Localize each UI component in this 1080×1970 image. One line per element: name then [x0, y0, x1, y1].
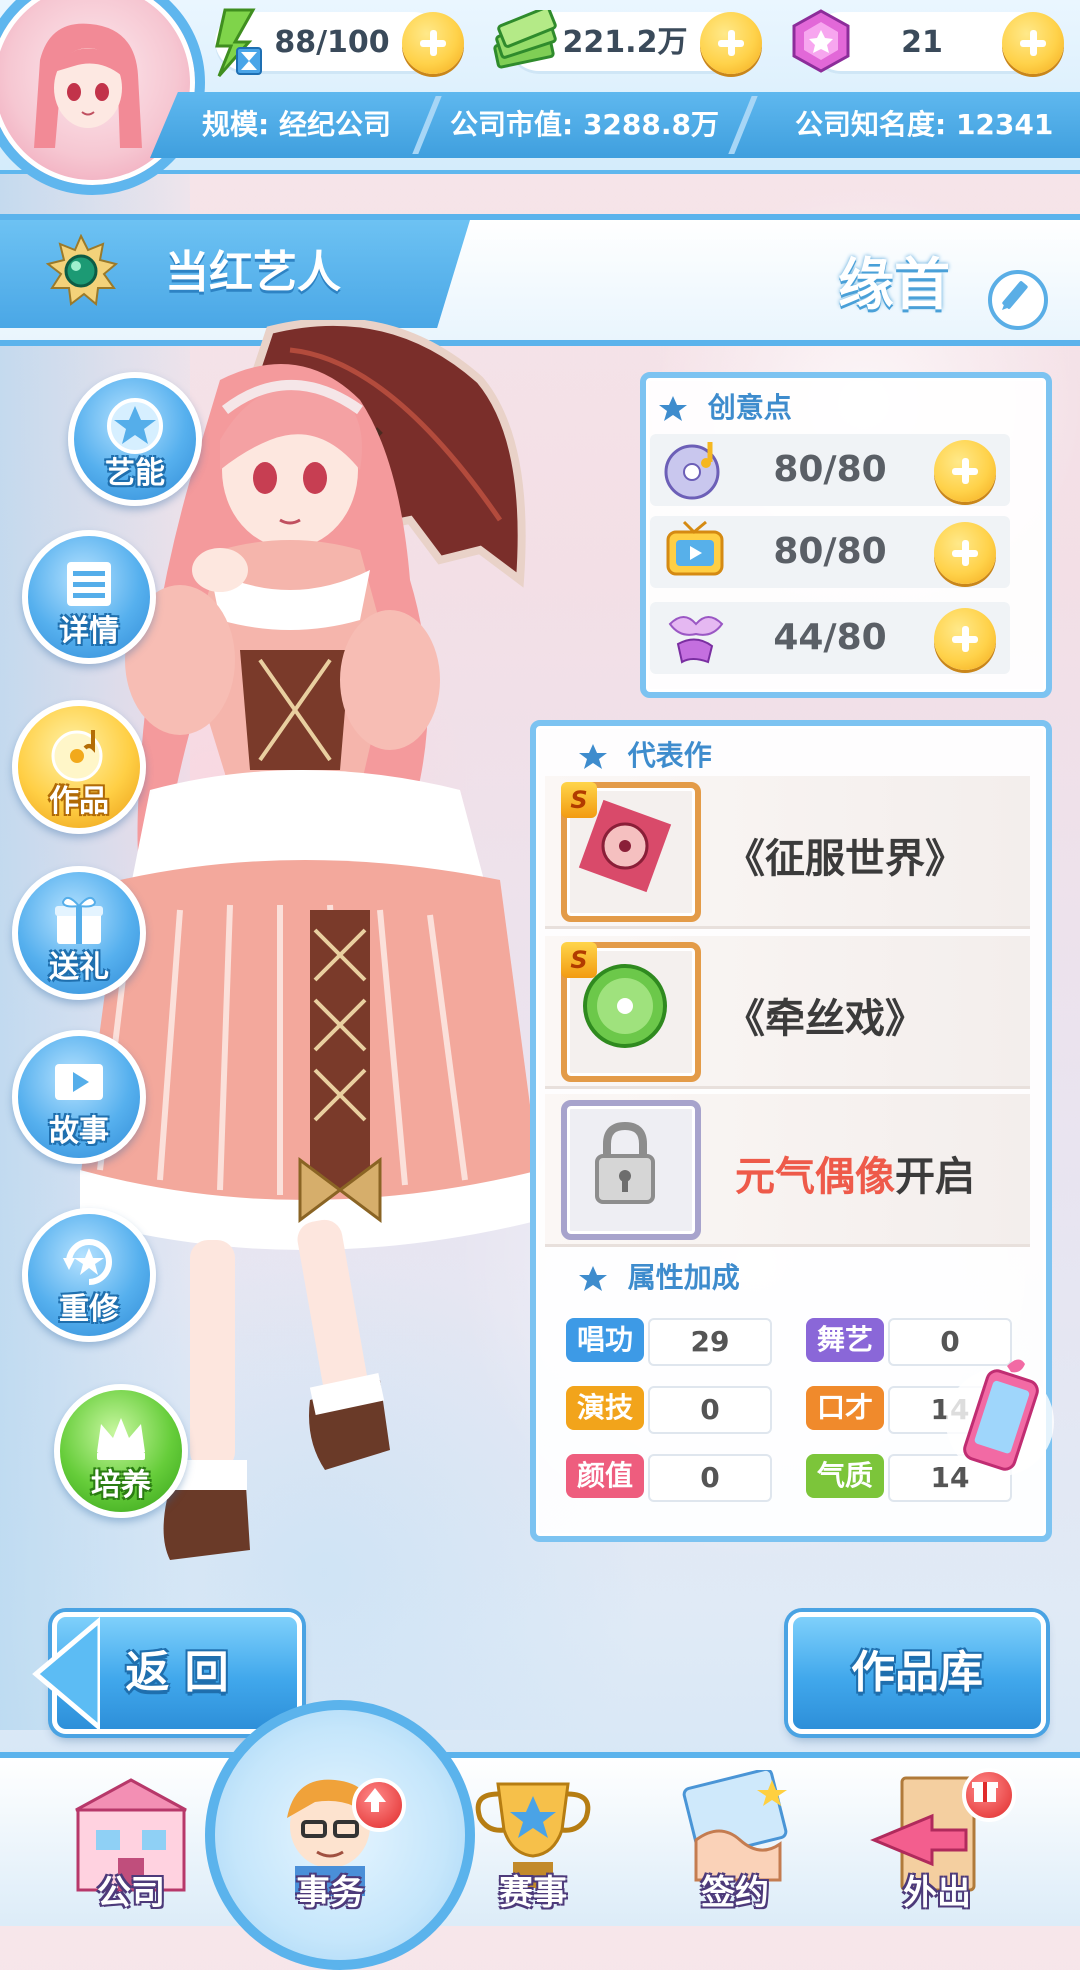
- attribute-label: 口才: [806, 1386, 884, 1430]
- nav-events-label: 赛事: [499, 1873, 567, 1913]
- gift-button[interactable]: 送礼: [12, 866, 146, 1000]
- retrain-button[interactable]: 重修: [22, 1208, 156, 1342]
- refresh-star-icon: [63, 1239, 112, 1285]
- creative-points-title: 创意点: [707, 391, 792, 424]
- attribute-label: 舞艺: [806, 1318, 884, 1362]
- gift-icon: [972, 1782, 998, 1802]
- gear-badge-icon: [45, 234, 118, 306]
- artist-name: 缘首: [838, 252, 950, 318]
- gems-add-button[interactable]: [1002, 12, 1064, 74]
- company-scale: 规模: 经纪公司: [202, 108, 391, 141]
- unlock-condition: 元气偶像开启: [735, 1144, 975, 1202]
- rank-s-badge: S: [561, 942, 597, 978]
- avatar-face-icon: [34, 23, 142, 148]
- works-title: 代表作: [627, 739, 712, 772]
- creative-point-add-button[interactable]: [934, 608, 996, 670]
- skills-button[interactable]: 艺能: [68, 372, 202, 506]
- story-label: 故事: [49, 1114, 109, 1149]
- arrow-up-icon: [364, 1788, 386, 1812]
- locked-work-slot[interactable]: 元气偶像开启: [545, 1094, 1030, 1247]
- creative-point-add-button[interactable]: [934, 440, 996, 502]
- work-cover: S: [561, 942, 701, 1082]
- padlock-icon: [595, 1121, 655, 1204]
- dance-shoe-wing-icon: [668, 616, 724, 664]
- company-market-value: 公司市值: 3288.8万: [450, 108, 719, 141]
- attributes-title: 属性加成: [627, 1261, 740, 1294]
- works-header: 代表作: [578, 734, 712, 774]
- work-item[interactable]: S 《征服世界》: [545, 776, 1030, 929]
- train-button[interactable]: 培养: [54, 1384, 188, 1518]
- document-icon: [67, 562, 111, 606]
- nav-contract-label: 签约: [701, 1873, 769, 1913]
- train-label: 培养: [91, 1468, 151, 1503]
- mobile-phone-icon[interactable]: [945, 1352, 1055, 1492]
- work-cover: S: [561, 782, 701, 922]
- works-button[interactable]: 作品: [12, 700, 146, 834]
- works-library-label: 作品库: [851, 1647, 983, 1698]
- unlock-suffix: 开启: [895, 1154, 975, 1200]
- pencil-icon: [1002, 281, 1028, 310]
- nav-company-label: 公司: [97, 1873, 165, 1913]
- music-cd-icon: [664, 442, 720, 500]
- gems-value: 21: [901, 25, 943, 60]
- attribute-value: 0: [648, 1386, 772, 1434]
- energy-hourglass-icon: [215, 8, 262, 77]
- money-add-button[interactable]: [700, 12, 762, 74]
- star-icon: [659, 396, 687, 421]
- crown-icon: [97, 1418, 145, 1460]
- work-title: 《征服世界》: [725, 836, 965, 882]
- energy-add-button[interactable]: [402, 12, 464, 74]
- nav-company[interactable]: 公司: [56, 1760, 206, 1920]
- attribute-label: 演技: [566, 1386, 644, 1430]
- attribute-value: 29: [648, 1318, 772, 1366]
- works-library-button[interactable]: 作品库: [788, 1612, 1046, 1734]
- tv-icon: [666, 520, 724, 576]
- energy-value: 88/100: [274, 25, 390, 60]
- music-disc-icon: [51, 730, 103, 782]
- star-icon: [579, 1266, 607, 1291]
- creative-points-header: 创意点: [658, 386, 792, 426]
- star-badge-icon: [107, 398, 163, 454]
- works-label: 作品: [49, 784, 109, 819]
- cash-stack-icon: [493, 10, 557, 69]
- unlock-requirement: 元气偶像: [735, 1154, 895, 1200]
- creative-point-add-button[interactable]: [934, 522, 996, 584]
- play-video-icon: [55, 1064, 103, 1100]
- notification-up-badge: [352, 1778, 406, 1832]
- gift-notification-badge: [962, 1768, 1016, 1822]
- edit-name-button[interactable]: [988, 270, 1048, 330]
- nav-affairs-label: 事务: [296, 1873, 364, 1913]
- skills-label: 艺能: [105, 456, 165, 491]
- work-item[interactable]: S 《牵丝戏》: [545, 936, 1030, 1089]
- company-fame: 公司知名度: 12341: [795, 108, 1054, 141]
- star-icon: [579, 744, 607, 769]
- attribute-label: 唱功: [566, 1318, 644, 1362]
- attribute-label: 颜值: [566, 1454, 644, 1498]
- back-arrow-icon: [32, 1616, 100, 1732]
- page-title: 当红艺人: [165, 247, 341, 298]
- rank-s-badge: S: [561, 782, 597, 818]
- attributes-header: 属性加成: [578, 1256, 740, 1296]
- nav-outing-label: 外出: [903, 1873, 971, 1913]
- money-value: 221.2万: [562, 25, 688, 60]
- attribute-value: 0: [648, 1454, 772, 1502]
- details-button[interactable]: 详情: [22, 530, 156, 664]
- gift-box-icon: [55, 896, 103, 944]
- nav-events[interactable]: 赛事: [458, 1760, 608, 1920]
- work-title: 《牵丝戏》: [725, 996, 925, 1042]
- locked-slot-frame: [561, 1100, 701, 1240]
- details-label: 详情: [59, 614, 119, 649]
- attribute-label: 气质: [806, 1454, 884, 1498]
- nav-contract[interactable]: 签约: [660, 1760, 810, 1920]
- retrain-label: 重修: [59, 1292, 119, 1327]
- story-button[interactable]: 故事: [12, 1030, 146, 1164]
- gift-label: 送礼: [49, 950, 109, 985]
- gem-icon: [792, 9, 850, 73]
